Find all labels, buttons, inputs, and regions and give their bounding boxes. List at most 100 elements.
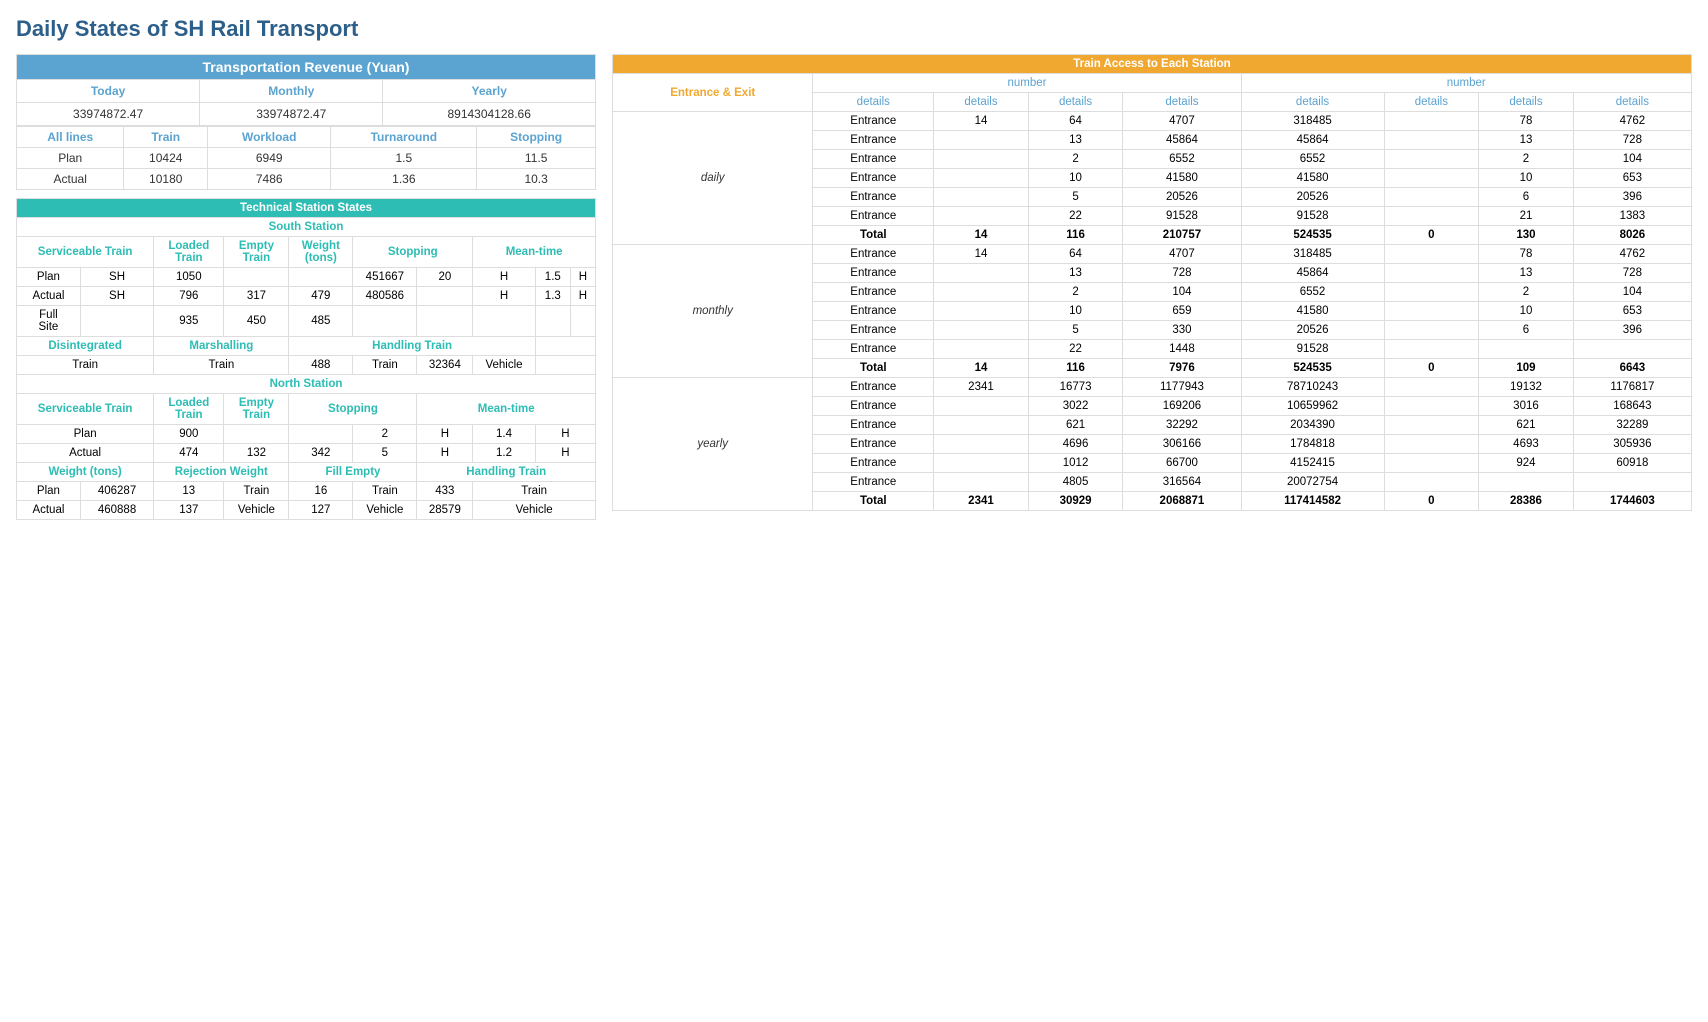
stats-plan-4: 11.5 <box>477 148 596 169</box>
south-actual-h2: H <box>570 287 595 306</box>
m-r4-c1: Entrance <box>813 302 934 321</box>
south-actual-stopping <box>417 287 473 306</box>
d-r3-c7: 2 <box>1479 150 1574 169</box>
north-wt-actual-weight: 460888 <box>80 501 153 520</box>
d-r4-c1: Entrance <box>813 169 934 188</box>
stats-col4: Turnaround <box>331 127 477 148</box>
y-r2-c7: 3016 <box>1479 397 1574 416</box>
m-r3-c4: 104 <box>1123 283 1241 302</box>
south-marshal-val: 488 <box>289 356 353 375</box>
y-r5-c4: 66700 <box>1123 454 1241 473</box>
access-table: Train Access to Each Station Entrance & … <box>612 54 1692 511</box>
stats-plan-3: 1.5 <box>331 148 477 169</box>
revenue-header: Transportation Revenue (Yuan) <box>17 55 596 80</box>
y-r6-c2 <box>934 473 1029 492</box>
north-wt-actual-rej-unit: Vehicle <box>224 501 289 520</box>
stats-col2: Train <box>124 127 208 148</box>
north-plan-loaded <box>224 425 289 444</box>
m-r3-c3: 2 <box>1028 283 1123 302</box>
y-r2-c5: 10659962 <box>1241 397 1384 416</box>
d-r1-c7: 78 <box>1479 112 1574 131</box>
north-actual-loaded: 132 <box>224 444 289 463</box>
tech-station-header: Technical Station States <box>17 199 596 218</box>
north-plan-h2: H <box>535 425 595 444</box>
m-r2-c7: 13 <box>1479 264 1574 283</box>
d-r2-c6 <box>1384 131 1479 150</box>
stats-col3: Workload <box>208 127 331 148</box>
m-r4-c2 <box>934 302 1029 321</box>
d-r2-c4: 45864 <box>1123 131 1241 150</box>
m-r2-c2 <box>934 264 1029 283</box>
south-plan-weight: 451667 <box>353 268 417 287</box>
left-panel: Transportation Revenue (Yuan) Today Mont… <box>16 54 596 520</box>
y-r4-c7: 4693 <box>1479 435 1574 454</box>
y-total-c8: 1744603 <box>1573 492 1691 511</box>
detail-h7: details <box>1479 93 1574 112</box>
y-r1-c1: Entrance <box>813 378 934 397</box>
stats-actual-3: 1.36 <box>331 169 477 190</box>
m-r5-c7: 6 <box>1479 321 1574 340</box>
south-disint-train: Train <box>17 356 154 375</box>
north-wt-actual-handling: 28579 <box>417 501 473 520</box>
north-wt-actual-handling-unit: Vehicle <box>473 501 596 520</box>
north-col-meantime: Mean-time <box>417 394 596 425</box>
m-total-c4: 7976 <box>1123 359 1241 378</box>
revenue-col1-value: 33974872.47 <box>17 103 200 126</box>
y-r4-c6 <box>1384 435 1479 454</box>
m-r1-c4: 4707 <box>1123 245 1241 264</box>
y-r5-c5: 4152415 <box>1241 454 1384 473</box>
north-wt-plan-weight: 406287 <box>80 482 153 501</box>
north-actual-meantime: 1.2 <box>473 444 535 463</box>
m-r6-c8 <box>1573 340 1691 359</box>
access-header: Train Access to Each Station <box>613 55 1692 74</box>
m-r3-c8: 104 <box>1573 283 1691 302</box>
d-total-c8: 8026 <box>1573 226 1691 245</box>
m-r6-c4: 1448 <box>1123 340 1241 359</box>
y-r1-c6 <box>1384 378 1479 397</box>
south-marshal-train: Train <box>154 356 289 375</box>
d-r3-c8: 104 <box>1573 150 1691 169</box>
m-r1-c6 <box>1384 245 1479 264</box>
d-r4-c2 <box>934 169 1029 188</box>
d-r6-c4: 91528 <box>1123 207 1241 226</box>
north-wt-plan-label: Plan <box>17 482 81 501</box>
north-col-weight: Weight (tons) <box>17 463 154 482</box>
y-r5-c1: Entrance <box>813 454 934 473</box>
y-r2-c8: 168643 <box>1573 397 1691 416</box>
y-r1-c7: 19132 <box>1479 378 1574 397</box>
south-plan-meantime: 1.5 <box>535 268 570 287</box>
d-total-c2: 14 <box>934 226 1029 245</box>
d-r2-c3: 13 <box>1028 131 1123 150</box>
south-col-handling: Handling Train <box>289 337 535 356</box>
right-panel: Train Access to Each Station Entrance & … <box>612 54 1692 520</box>
south-handling-vehicle: Vehicle <box>473 356 535 375</box>
y-total-c5: 117414582 <box>1241 492 1384 511</box>
south-fullsite-serviceable: 935 <box>154 306 224 337</box>
d-r1-c6 <box>1384 112 1479 131</box>
south-actual-h1: H <box>473 287 535 306</box>
m-r2-c4: 728 <box>1123 264 1241 283</box>
south-actual-serviceable: 796 <box>154 287 224 306</box>
south-handling-val: 32364 <box>417 356 473 375</box>
monthly-label: monthly <box>613 245 813 378</box>
south-fullsite-label: FullSite <box>17 306 81 337</box>
north-wt-plan-fill-unit: Train <box>353 482 417 501</box>
d-r6-c2 <box>934 207 1029 226</box>
y-r4-c4: 306166 <box>1123 435 1241 454</box>
d-r4-c3: 10 <box>1028 169 1123 188</box>
m-r4-c4: 659 <box>1123 302 1241 321</box>
m-r1-c2: 14 <box>934 245 1029 264</box>
south-col-disint: Disintegrated <box>17 337 154 356</box>
y-r1-c5: 78710243 <box>1241 378 1384 397</box>
stats-col5: Stopping <box>477 127 596 148</box>
tech-station-table: Technical Station States South Station S… <box>16 198 596 520</box>
d-r3-c4: 6552 <box>1123 150 1241 169</box>
d-r6-c1: Entrance <box>813 207 934 226</box>
north-col-loaded: LoadedTrain <box>154 394 224 425</box>
m-r5-c5: 20526 <box>1241 321 1384 340</box>
d-r3-c6 <box>1384 150 1479 169</box>
d-r2-c7: 13 <box>1479 131 1574 150</box>
detail-h6: details <box>1384 93 1479 112</box>
m-total-c1: Total <box>813 359 934 378</box>
m-r5-c2 <box>934 321 1029 340</box>
